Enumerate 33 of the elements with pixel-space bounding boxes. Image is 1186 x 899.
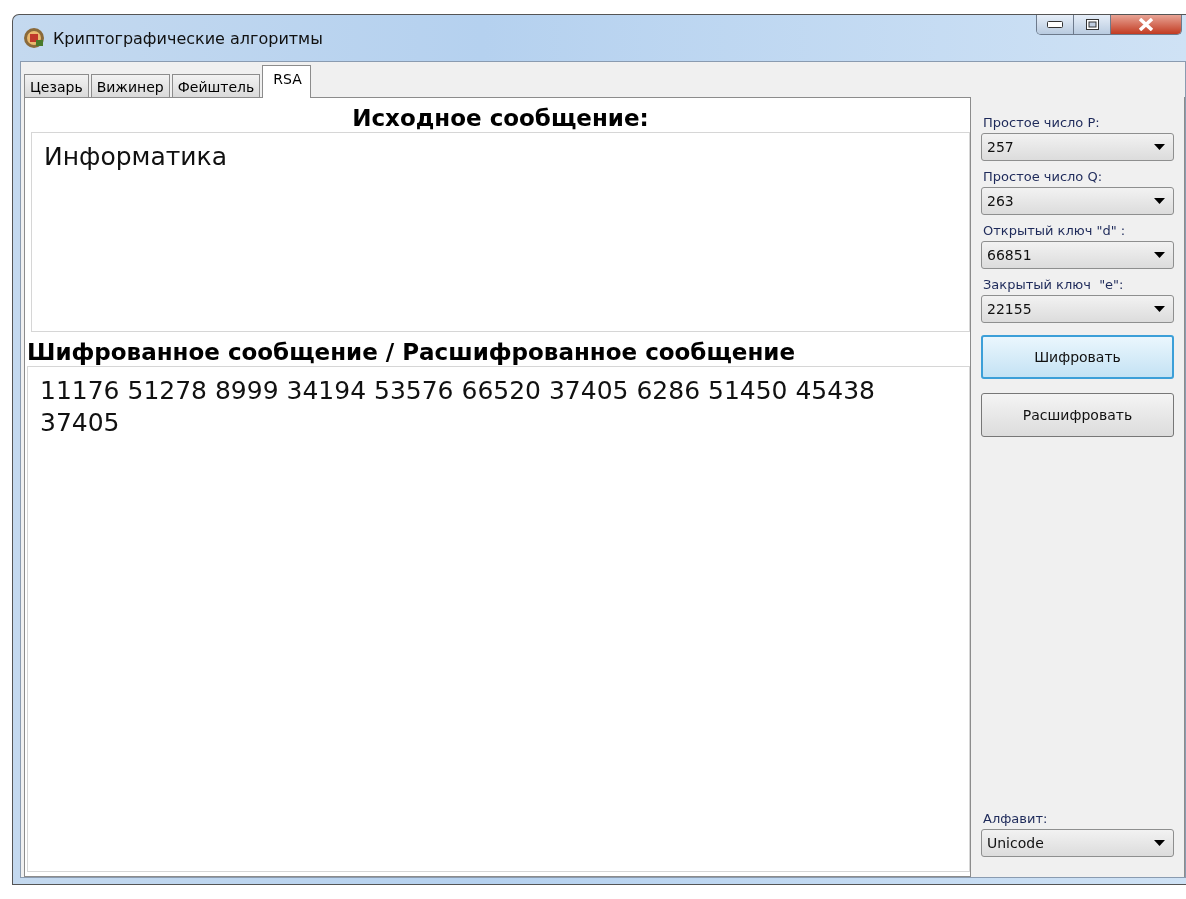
close-button[interactable] xyxy=(1110,15,1181,34)
section-heading: Исходное сообщение: xyxy=(351,104,650,132)
field-label: Открытый ключ "d" : xyxy=(983,223,1127,238)
encrypt-button[interactable]: Шифровать xyxy=(981,335,1174,379)
close-icon xyxy=(1138,18,1154,31)
app-icon xyxy=(23,27,45,49)
dropdown[interactable]: 22155 xyxy=(981,295,1174,323)
decrypt-button[interactable]: Расшифровать xyxy=(981,393,1174,437)
dropdown[interactable]: 66851 xyxy=(981,241,1174,269)
field-label: Простое число P: xyxy=(983,115,1101,130)
dropdown[interactable]: 263 xyxy=(981,187,1174,215)
dropdown-arrow-icon xyxy=(1154,840,1165,846)
dropdown-arrow-icon xyxy=(1154,198,1165,204)
dropdown-arrow-icon xyxy=(1154,144,1165,150)
field-label: Алфавит: xyxy=(983,811,1049,826)
minimize-icon xyxy=(1047,21,1063,28)
field-label: Простое число Q: xyxy=(983,169,1104,184)
tab[interactable]: RSA xyxy=(262,65,311,98)
dropdown-arrow-icon xyxy=(1154,306,1165,312)
tab[interactable]: Цезарь xyxy=(24,74,89,97)
dropdown[interactable]: Unicode xyxy=(981,829,1174,857)
window-title: Криптографические алгоритмы xyxy=(53,28,323,48)
maximize-button[interactable] xyxy=(1073,15,1110,34)
tab[interactable]: Вижинер xyxy=(90,74,170,97)
field-label: Закрытый ключ "e": xyxy=(983,277,1125,292)
section-heading: Шифрованное сообщение / Расшифрованное сообщение xyxy=(27,338,797,366)
maximize-icon xyxy=(1085,19,1099,30)
dropdown-arrow-icon xyxy=(1154,252,1165,258)
dropdown[interactable]: 257 xyxy=(981,133,1174,161)
text-area[interactable]: 11176 51278 8999 34194 53576 66520 37405 6286 51450 45438 37405 xyxy=(27,366,970,872)
tab[interactable]: Фейштель xyxy=(171,74,261,97)
minimize-button[interactable] xyxy=(1037,15,1073,34)
text-area[interactable]: Информатика xyxy=(31,132,970,332)
